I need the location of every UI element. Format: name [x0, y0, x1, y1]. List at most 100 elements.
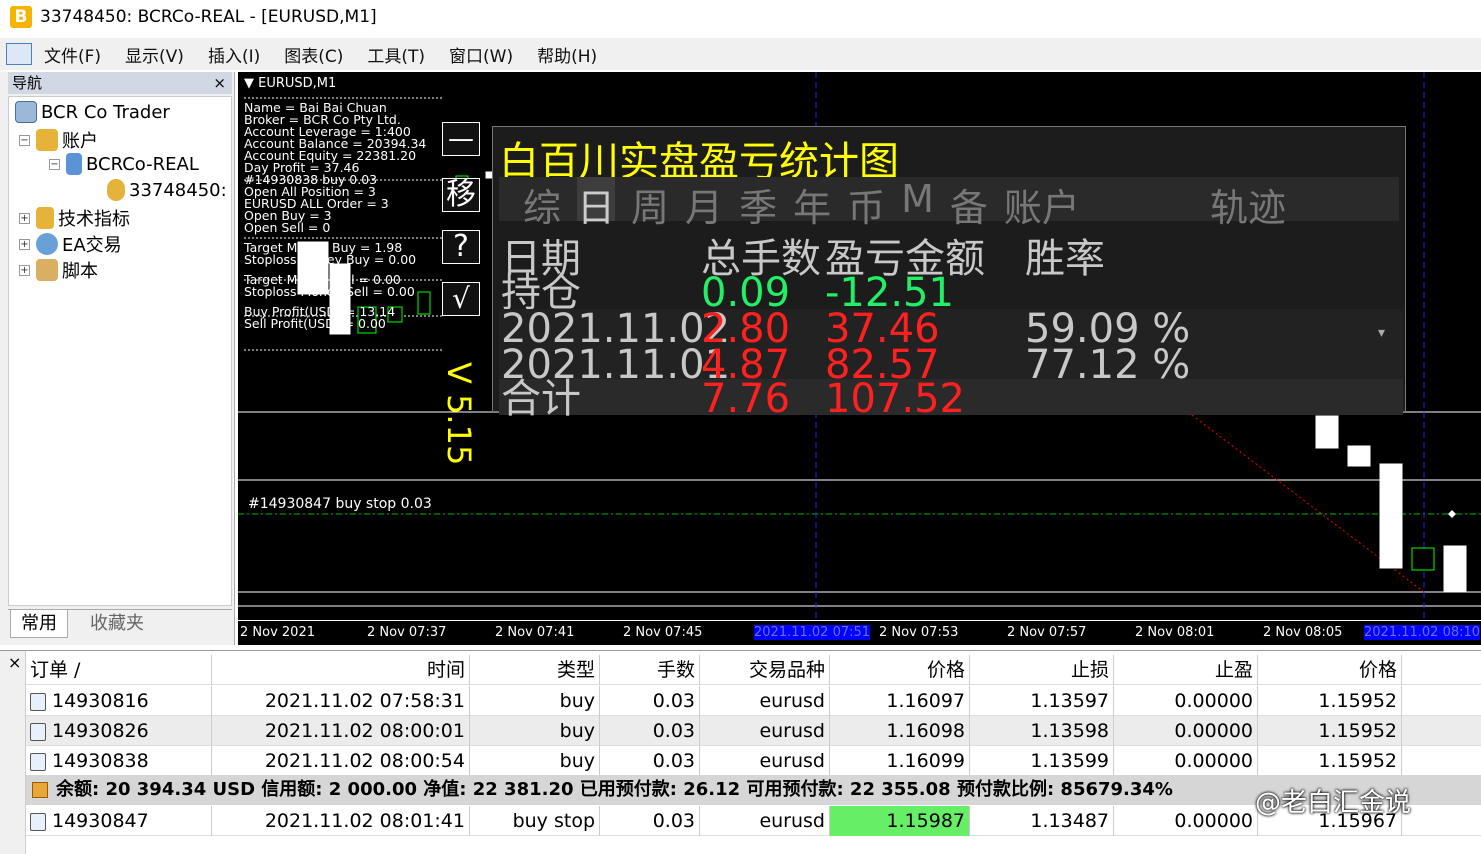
order-price: 1.16097	[830, 686, 970, 716]
menu-insert[interactable]: 插入(I)	[208, 42, 260, 67]
stats-holding-row: 持仓 0.09 -12.51	[499, 273, 1403, 313]
help-button[interactable]: ?	[442, 230, 480, 264]
order-symbol: eurusd	[700, 806, 830, 836]
buy-order-icon	[30, 752, 46, 771]
navigator-close-button[interactable]: ×	[213, 72, 226, 94]
stats-tab-month[interactable]: 月	[685, 177, 723, 230]
col-type[interactable]: 类型	[470, 655, 600, 685]
tab-favorites[interactable]: 收藏夹	[80, 610, 154, 638]
trade-table-header: 订单 / 时间 类型 手数 交易品种 价格 止损 止盈 价格	[26, 655, 1481, 685]
menu-view[interactable]: 显示(V)	[125, 42, 184, 67]
tree-item-indicators[interactable]: + 技术指标	[19, 205, 130, 231]
expand-icon[interactable]: +	[19, 212, 30, 224]
stats-tab-magic[interactable]: M	[901, 177, 934, 221]
menu-file[interactable]: 文件(F)	[44, 42, 101, 67]
window-title: 33748450: BCRCo-REAL - [EURUSD,M1]	[40, 7, 377, 27]
total-lots: 7.76	[701, 376, 791, 422]
order-tp: 0.00000	[1114, 686, 1258, 716]
stats-tab-track[interactable]: 轨迹	[1210, 177, 1286, 230]
menu-bar: 文件(F) 显示(V) 插入(I) 图表(C) 工具(T) 窗口(W) 帮助(H…	[0, 38, 1481, 70]
order-price: 1.16098	[830, 716, 970, 746]
menu-charts[interactable]: 图表(C)	[284, 42, 343, 67]
chart-window[interactable]: ▼ EURUSD,M1 Name = Bai Bai Chuan Broker …	[238, 72, 1481, 645]
stats-tab-day[interactable]: 日	[577, 177, 616, 230]
time-tick-highlighted: 2021.11.02 07:51	[754, 625, 871, 640]
tree-item-server[interactable]: − BCRCo-REAL	[49, 153, 199, 175]
chevron-down-icon[interactable]: ▾	[1378, 325, 1385, 341]
navigator-header: 导航 ×	[8, 72, 232, 94]
stats-tab-year[interactable]: 年	[793, 177, 831, 230]
info-line: Stoploss Money Sell = 0.00	[244, 284, 415, 299]
col-sl[interactable]: 止损	[970, 655, 1114, 685]
col-tp[interactable]: 止盈	[1114, 655, 1258, 685]
chart-symbol-label: ▼ EURUSD,M1	[244, 76, 336, 91]
minimize-panel-button[interactable]: —	[442, 122, 480, 156]
order-time: 2021.11.02 07:58:31	[212, 686, 470, 716]
trade-row[interactable]: 14930826 2021.11.02 08:00:01 buy 0.03 eu…	[26, 716, 1481, 746]
stats-tab-overview[interactable]: 综	[523, 177, 561, 230]
server-icon	[66, 153, 82, 175]
order-lots: 0.03	[600, 716, 700, 746]
confirm-button[interactable]: √	[442, 282, 480, 316]
stats-total-row: 合计 7.76 107.52	[499, 379, 1403, 419]
app-logo-icon: B	[10, 6, 32, 28]
order-current-price: 1.15952	[1258, 746, 1402, 776]
tree-item-account-number[interactable]: 33748450:	[107, 179, 227, 201]
col-price[interactable]: 价格	[830, 655, 970, 685]
time-tick: 2 Nov 2021	[240, 625, 315, 640]
order-type: buy	[470, 746, 600, 776]
stats-tab-week[interactable]: 周	[631, 177, 669, 230]
tree-item-scripts[interactable]: + 脚本	[19, 257, 98, 283]
menu-window[interactable]: 窗口(W)	[449, 42, 513, 67]
time-tick: 2 Nov 07:41	[495, 625, 575, 640]
script-icon	[36, 259, 58, 281]
menu-help[interactable]: 帮助(H)	[537, 42, 597, 67]
order-lots: 0.03	[600, 686, 700, 716]
ea-version-label: V 5.15	[440, 362, 478, 466]
trade-row[interactable]: 14930816 2021.11.02 07:58:31 buy 0.03 eu…	[26, 686, 1481, 716]
col-lots[interactable]: 手数	[600, 655, 700, 685]
order-type: buy	[470, 686, 600, 716]
tree-item-experts[interactable]: + EA交易	[19, 231, 122, 257]
order-sl: 1.13599	[970, 746, 1114, 776]
buy-order-icon	[30, 692, 46, 711]
tree-item-trader[interactable]: BCR Co Trader	[15, 101, 170, 123]
accounts-icon	[36, 129, 58, 151]
profit-stats-panel: 白百川实盘盈亏统计图 综 日 周 月 季 年 币 M 备 账户 轨迹 日期 总手…	[492, 126, 1406, 419]
stats-tab-account[interactable]: 账户	[1004, 177, 1080, 230]
terminal-close-button[interactable]: ×	[8, 653, 21, 672]
col-symbol[interactable]: 交易品种	[700, 655, 830, 685]
candle	[1379, 463, 1403, 569]
pending-order-label: #14930847 buy stop 0.03	[248, 496, 432, 512]
chart-window-icon[interactable]	[6, 43, 32, 65]
price-marker	[1448, 510, 1456, 518]
time-tick-highlighted: 2021.11.02 08:10	[1364, 625, 1481, 640]
order-symbol: eurusd	[700, 746, 830, 776]
candle	[1347, 445, 1371, 467]
col-order[interactable]: 订单 /	[26, 655, 212, 685]
menu-tools[interactable]: 工具(T)	[367, 42, 425, 67]
candle	[1443, 545, 1467, 593]
expand-icon[interactable]: +	[19, 264, 30, 276]
order-current-price: 1.15952	[1258, 716, 1402, 746]
time-tick: 2 Nov 08:01	[1135, 625, 1215, 640]
stats-tab-currency[interactable]: 币	[847, 177, 885, 230]
user-icon	[107, 179, 125, 201]
tree-item-label: EA交易	[62, 235, 122, 256]
collapse-icon[interactable]: −	[49, 158, 60, 170]
info-line: Open Sell = 0	[244, 220, 331, 235]
title-bar: B 33748450: BCRCo-REAL - [EURUSD,M1]	[0, 0, 1481, 34]
order-tp: 0.00000	[1114, 716, 1258, 746]
trade-row[interactable]: 14930838 2021.11.02 08:00:54 buy 0.03 eu…	[26, 746, 1481, 776]
col-time[interactable]: 时间	[212, 655, 470, 685]
collapse-triangle-icon[interactable]: ▼	[244, 76, 258, 91]
terminal-sidebar: ×	[0, 651, 26, 854]
expand-icon[interactable]: +	[19, 238, 30, 250]
stats-tab-quarter[interactable]: 季	[739, 177, 777, 230]
stats-tab-note[interactable]: 备	[950, 177, 988, 230]
tree-item-accounts[interactable]: − 账户	[19, 127, 98, 153]
col-current-price[interactable]: 价格	[1258, 655, 1402, 685]
collapse-icon[interactable]: −	[19, 134, 30, 146]
move-panel-button[interactable]: 移	[442, 178, 480, 212]
tab-common[interactable]: 常用	[10, 610, 68, 638]
